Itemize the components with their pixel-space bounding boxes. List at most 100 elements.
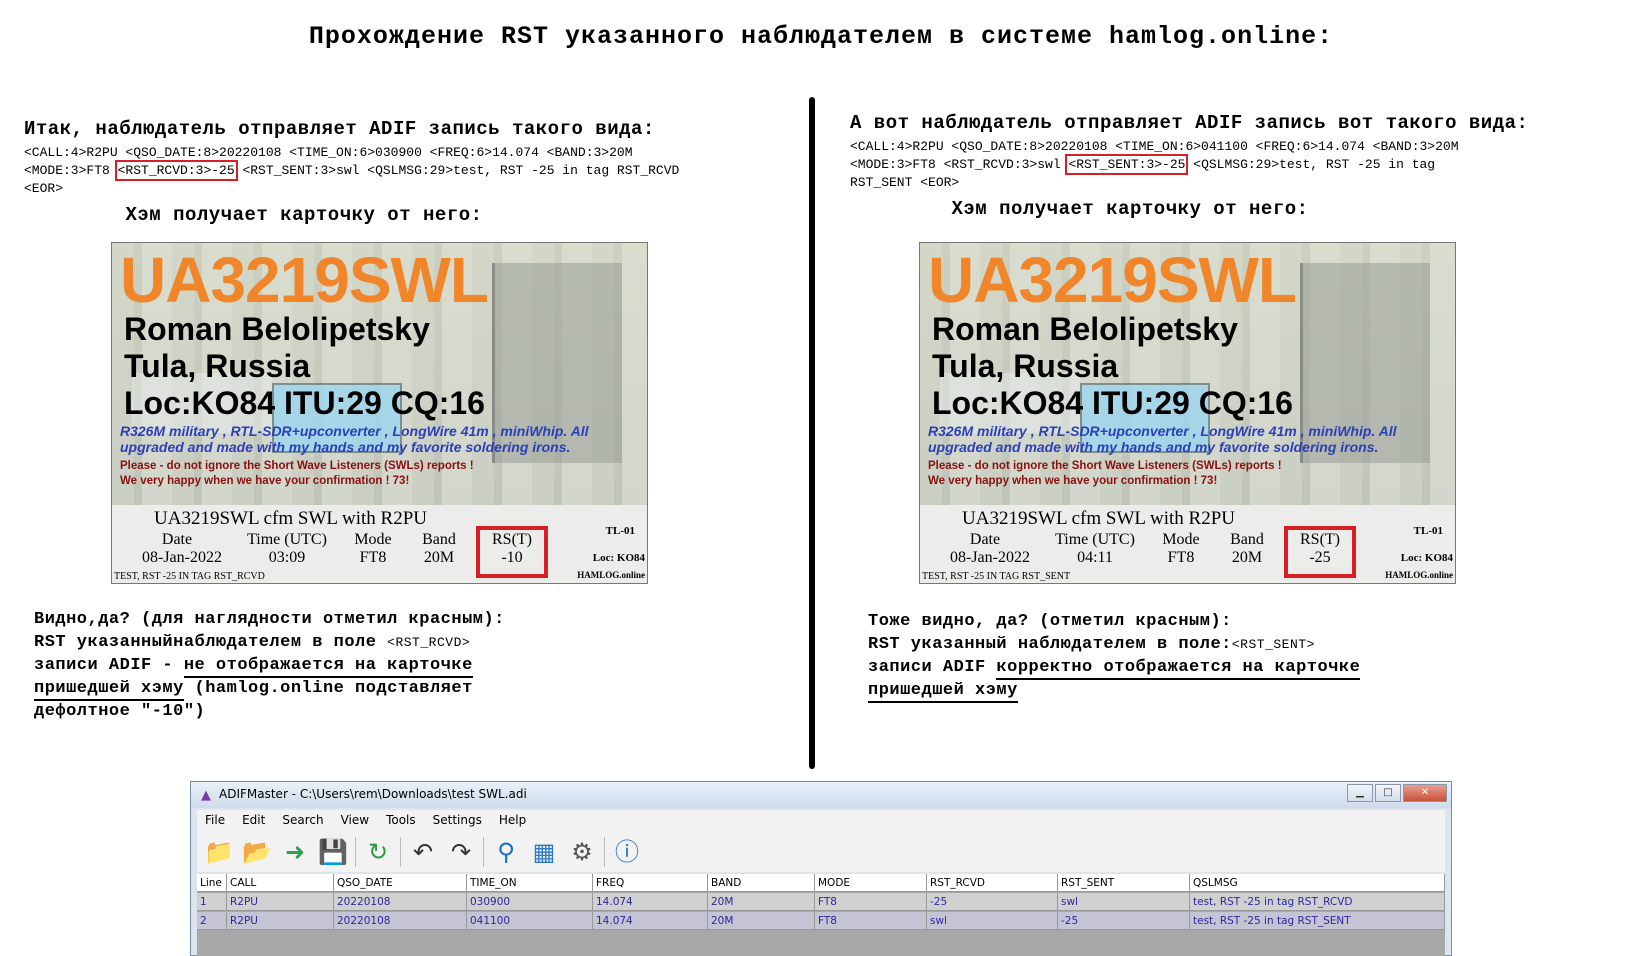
col-header[interactable]: QSLMSG (1190, 874, 1445, 892)
col-header[interactable]: QSO_DATE (334, 874, 467, 892)
settings-gear-icon[interactable]: ⚙ (566, 836, 598, 868)
card-hamlog: HAMLOG.online (577, 570, 645, 580)
card-h-mode: Mode (1162, 531, 1200, 548)
adif-line: <MODE:3>FT8 (24, 163, 118, 178)
cell-rst-sent[interactable]: -25 (1058, 912, 1190, 930)
open-folder-check-icon[interactable]: 📂 (241, 836, 273, 868)
menu-file[interactable]: File (197, 810, 234, 832)
grid-header: Line CALL QSO_DATE TIME_ON FREQ BAND MOD… (197, 874, 1445, 892)
cell-line[interactable]: 2 (197, 912, 227, 930)
adif-line: <CALL:4>R2PU <QSO_DATE:8>20220108 <TIME_… (850, 139, 1459, 154)
toolbar-separator (604, 837, 605, 867)
adif-line: <EOR> (24, 181, 64, 196)
card-please: Please - do not ignore the Short Wave Li… (928, 459, 1448, 489)
cell-mode[interactable]: FT8 (815, 893, 927, 911)
cell-qslmsg[interactable]: test, RST -25 in tag RST_RCVD (1190, 893, 1445, 911)
maximize-button[interactable]: □ (1375, 784, 1401, 802)
save-icon[interactable]: 💾 (317, 836, 349, 868)
note-tag: <RST_RCVD> (387, 635, 471, 650)
cell-qslmsg[interactable]: test, RST -25 in tag RST_SENT (1190, 912, 1445, 930)
menu-tools[interactable]: Tools (378, 810, 425, 832)
cell-band[interactable]: 20M (708, 893, 815, 911)
adif-line: <QSLMSG:29>test, RST -25 in tag (1185, 157, 1436, 172)
col-header[interactable]: BAND (708, 874, 815, 892)
window-controls: ▁ □ ✕ (1347, 784, 1447, 802)
undo-icon[interactable]: ↶ (407, 836, 439, 868)
card-locator: Loc:KO84 ITU:29 CQ:16 (124, 385, 485, 421)
left-adif-record: <CALL:4>R2PU <QSO_DATE:8>20220108 <TIME_… (24, 144, 814, 198)
refresh-icon[interactable]: ↻ (362, 836, 394, 868)
menu-search[interactable]: Search (274, 810, 332, 832)
equip-line: R326M military , RTL-SDR+upconverter , L… (928, 423, 1397, 439)
card-band: 20M (1231, 549, 1263, 566)
table-check-icon[interactable]: ▦ (528, 836, 560, 868)
table-row[interactable]: 2 R2PU 20220108 041100 14.074 20M FT8 sw… (197, 912, 1445, 930)
cell-mode[interactable]: FT8 (815, 912, 927, 930)
cell-qso-date[interactable]: 20220108 (334, 912, 467, 930)
cell-call[interactable]: R2PU (227, 912, 334, 930)
note-tag: <RST_SENT> (1231, 637, 1315, 652)
left-intro: Итак, наблюдатель отправляет ADIF запись… (24, 118, 655, 140)
cell-call[interactable]: R2PU (227, 893, 334, 911)
note-text: записи ADIF - (34, 656, 184, 675)
menu-view[interactable]: View (333, 810, 378, 832)
card-city: Tula, Russia (124, 348, 311, 384)
card-equipment: R326M military , RTL-SDR+upconverter , L… (120, 423, 640, 455)
cell-rst-rcvd[interactable]: -25 (927, 893, 1058, 911)
toolbar-separator (483, 837, 484, 867)
note-line: пришедшей хэму (868, 679, 1488, 703)
rst-red-box (1284, 526, 1356, 578)
search-icon[interactable]: ⚲ (490, 836, 522, 868)
please-line: Please - do not ignore the Short Wave Li… (928, 460, 1282, 472)
please-line: Please - do not ignore the Short Wave Li… (120, 460, 474, 472)
rst-rcvd-highlight: <RST_RCVD:3>-25 (114, 160, 238, 181)
info-icon[interactable]: ⓘ (611, 836, 643, 868)
menu-edit[interactable]: Edit (234, 810, 274, 832)
cell-rst-sent[interactable]: swl (1058, 893, 1190, 911)
note-underlined: пришедшей хэму (34, 679, 184, 701)
right-column: А вот наблюдатель отправляет ADIF запись… (850, 112, 1630, 220)
col-header[interactable]: Line (197, 874, 227, 892)
menu-help[interactable]: Help (491, 810, 535, 832)
vertical-divider (809, 97, 815, 769)
toolbar: 📁 📂 ➜ 💾 ↻ ↶ ↷ ⚲ ▦ ⚙ ⓘ (197, 832, 1445, 872)
table-row[interactable]: 1 R2PU 20220108 030900 14.074 20M FT8 -2… (197, 893, 1445, 911)
card-h-time: Time (UTC) (1055, 531, 1135, 548)
col-header[interactable]: TIME_ON (467, 874, 593, 892)
import-icon[interactable]: ➜ (279, 836, 311, 868)
adifmaster-window: ▲ ADIFMaster - C:\Users\rem\Downloads\te… (190, 781, 1452, 956)
note-line: RST указанныйнаблюдателем в поле <RST_RC… (34, 631, 634, 654)
close-button[interactable]: ✕ (1403, 784, 1447, 802)
col-header[interactable]: RST_RCVD (927, 874, 1058, 892)
cell-band[interactable]: 20M (708, 912, 815, 930)
card-hamlog: HAMLOG.online (1385, 570, 1453, 580)
cell-rst-rcvd[interactable]: swl (927, 912, 1058, 930)
note-line: пришедшей хэму (hamlog.online подставляе… (34, 677, 634, 701)
menu-settings[interactable]: Settings (425, 810, 491, 832)
cell-freq[interactable]: 14.074 (593, 912, 708, 930)
cell-time-on[interactable]: 041100 (467, 912, 593, 930)
cell-time-on[interactable]: 030900 (467, 893, 593, 911)
cell-line[interactable]: 1 (197, 893, 227, 911)
col-header[interactable]: CALL (227, 874, 334, 892)
equip-line: R326M military , RTL-SDR+upconverter , L… (120, 423, 589, 439)
card-locator: Loc:KO84 ITU:29 CQ:16 (932, 385, 1293, 421)
card-cfm: UA3219SWL cfm SWL with R2PU (154, 508, 428, 529)
col-header[interactable]: FREQ (593, 874, 708, 892)
minimize-button[interactable]: ▁ (1347, 784, 1373, 802)
note-underlined: не отображается на карточке (183, 656, 473, 678)
card-footnote: TEST, RST -25 IN TAG RST_RCVD (114, 571, 265, 582)
cell-qso-date[interactable]: 20220108 (334, 893, 467, 911)
window-titlebar[interactable]: ▲ ADIFMaster - C:\Users\rem\Downloads\te… (191, 782, 1451, 808)
col-header[interactable]: MODE (815, 874, 927, 892)
note-line: Тоже видно, да? (отметил красным): (868, 612, 1232, 631)
rst-red-box (476, 526, 548, 578)
col-header[interactable]: RST_SENT (1058, 874, 1190, 892)
note-line: записи ADIF корректно отображается на ка… (868, 656, 1488, 680)
redo-icon[interactable]: ↷ (445, 836, 477, 868)
card-footnote: TEST, RST -25 IN TAG RST_SENT (922, 571, 1071, 582)
card-callsign: UA3219SWL (928, 244, 1297, 316)
cell-freq[interactable]: 14.074 (593, 893, 708, 911)
card-date: 08-Jan-2022 (950, 549, 1030, 566)
open-folder-icon[interactable]: 📁 (203, 836, 235, 868)
